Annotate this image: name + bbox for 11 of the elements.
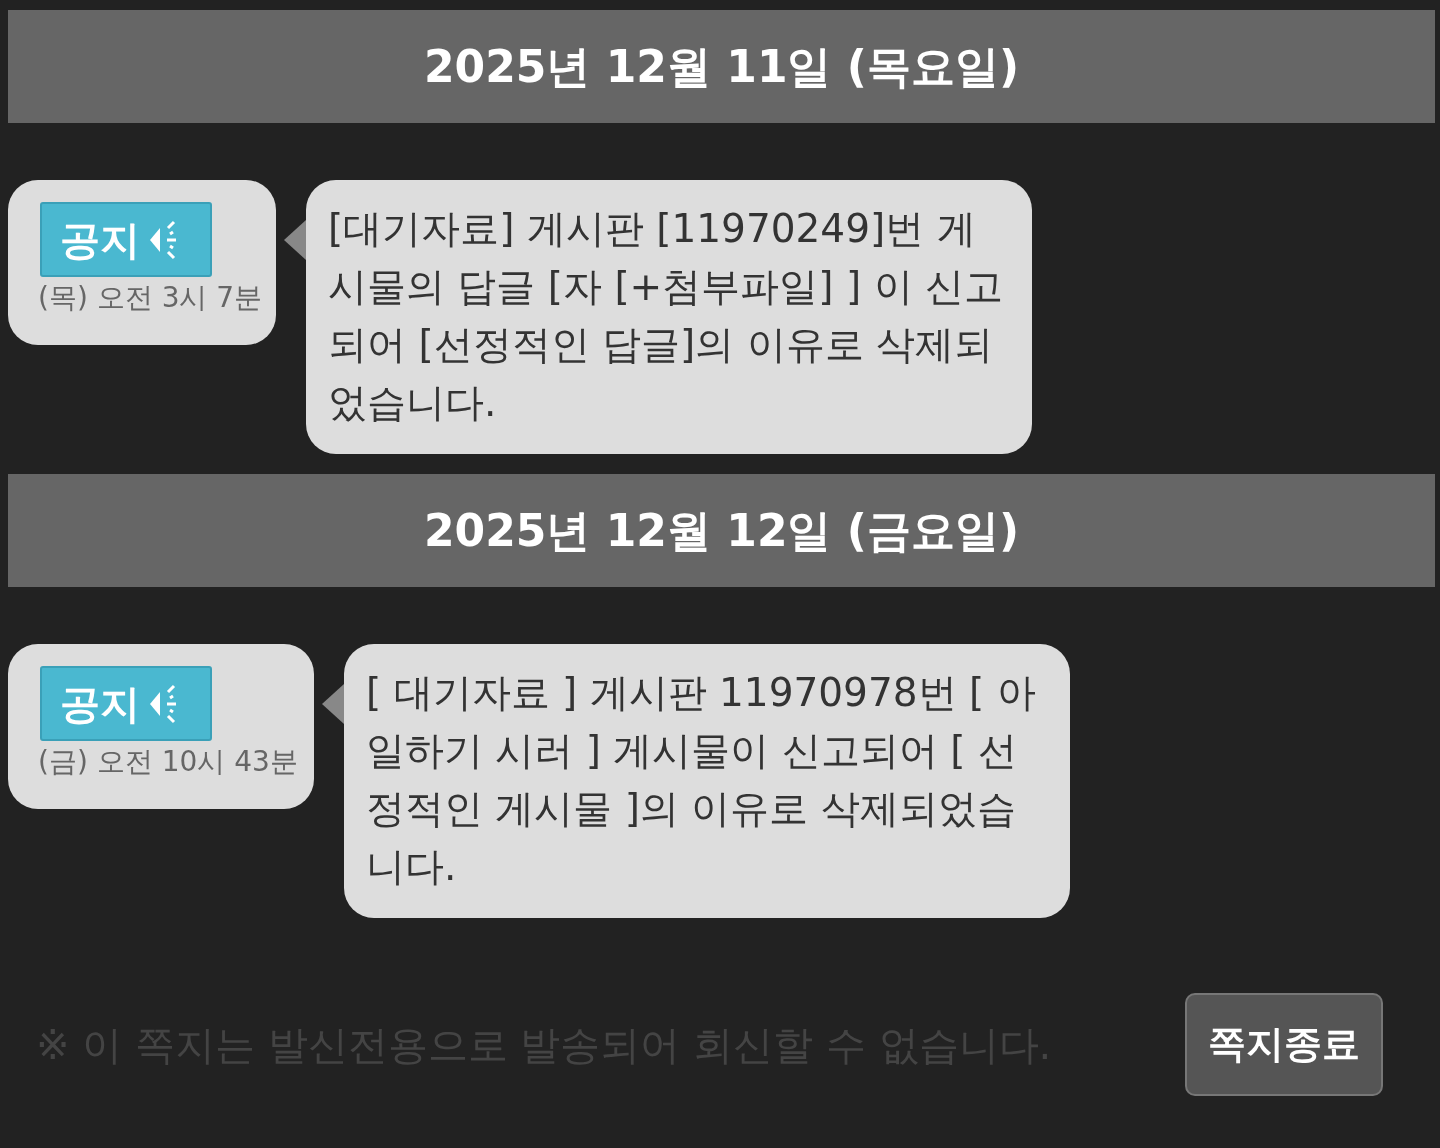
notice-badge: 공지 — [40, 666, 212, 741]
date-header: 2025년 12월 12일 (금요일) — [8, 474, 1435, 587]
message-text: [대기자료] 게시판 [11970249]번 게시물의 답글 [자 [+첨부파일] ] 이 신고되어 [선정적인 답글]의 이유로 삭제되었습니다. — [328, 205, 1004, 427]
message-time: (목) 오전 3시 7분 — [38, 280, 264, 316]
close-button[interactable]: 쪽지종료 — [1185, 993, 1383, 1096]
message-time: (금) 오전 10시 43분 — [38, 744, 299, 780]
date-header: 2025년 12월 11일 (목요일) — [8, 10, 1435, 123]
message-text: [ 대기자료 ] 게시판 11970978번 [ 아 일하기 시러 ] 게시물이 신고되어 [ 선정적인 게시물 ]의 이유로 삭제되었습니다. — [366, 669, 1037, 891]
bubble-pointer — [284, 220, 306, 260]
notice-badge: 공지 — [40, 202, 212, 277]
bubble-pointer — [322, 684, 344, 724]
